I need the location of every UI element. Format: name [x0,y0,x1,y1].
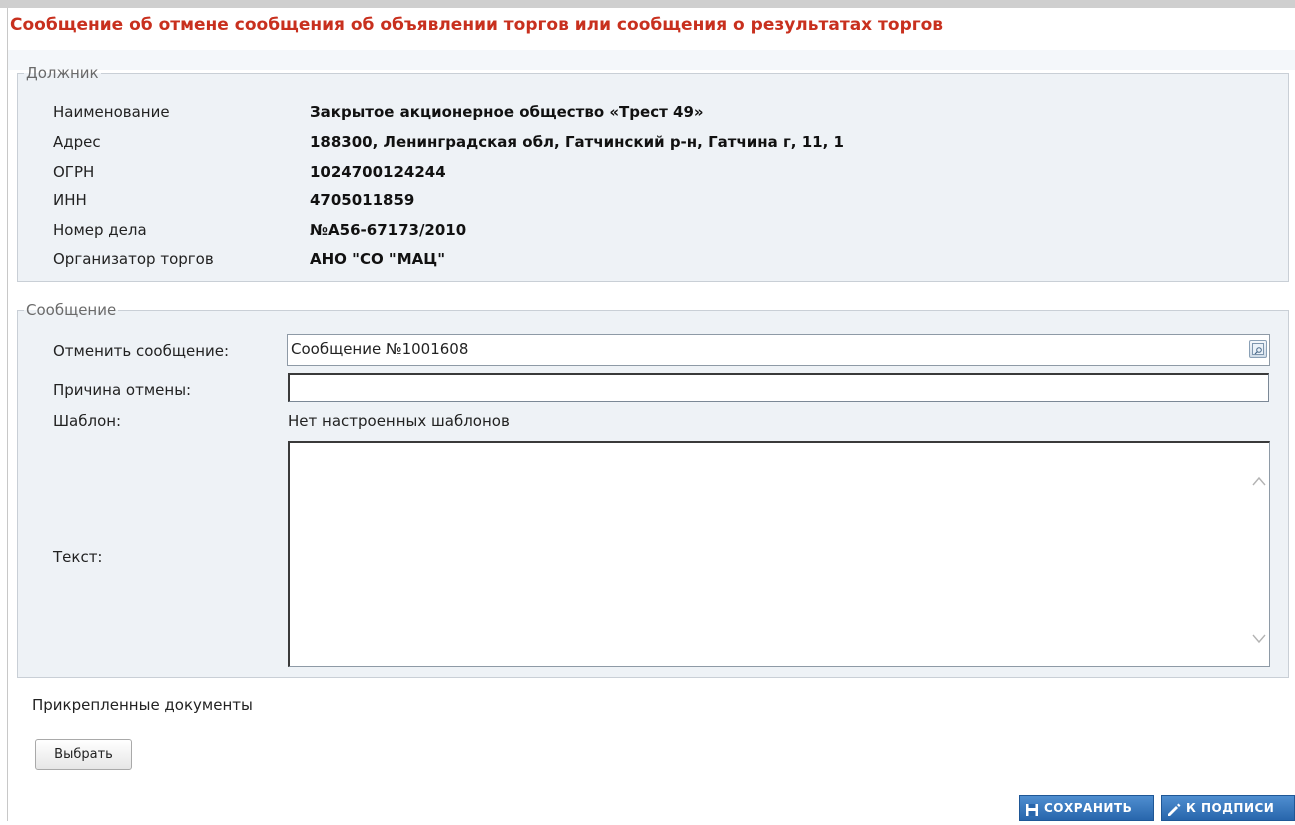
scroll-up-icon[interactable] [1252,471,1266,486]
case-number-label: Номер дела [53,221,147,239]
template-value: Нет настроенных шаблонов [288,412,510,430]
debtor-ogrn-label: ОГРН [53,163,95,181]
organizer-value: АНО "СО "МАЦ" [310,250,446,268]
lookup-icon[interactable] [1249,340,1267,358]
select-file-button[interactable]: Выбрать [35,739,132,770]
save-button[interactable]: СОХРАНИТЬ [1019,795,1154,821]
debtor-name-value: Закрытое акционерное общество «Трест 49» [310,103,704,121]
scroll-down-icon[interactable] [1252,629,1266,644]
case-number-value: №А56-67173/2010 [310,221,467,239]
message-legend: Сообщение [26,301,117,319]
debtor-ogrn-value: 1024700124244 [310,163,446,181]
cancel-message-input[interactable]: Сообщение №1001608 [287,334,1270,366]
debtor-legend: Должник [26,64,99,82]
to-sign-button-label: К ПОДПИСИ [1186,801,1275,815]
cancel-reason-input[interactable] [288,373,1269,402]
organizer-label: Организатор торгов [53,250,214,268]
save-icon [1025,801,1039,816]
pen-icon [1167,801,1181,816]
text-label: Текст: [53,548,103,566]
top-border [0,0,1295,8]
left-border [7,8,8,821]
cancel-message-label: Отменить сообщение: [53,342,230,360]
cancel-message-value: Сообщение №1001608 [291,340,469,358]
debtor-name-label: Наименование [53,103,170,121]
debtor-address-label: Адрес [53,133,101,151]
template-label: Шаблон: [53,412,122,430]
cancel-reason-label: Причина отмены: [53,381,192,399]
save-button-label: СОХРАНИТЬ [1044,801,1133,815]
page-title: Сообщение об отмене сообщения об объявле… [10,15,944,35]
debtor-inn-value: 4705011859 [310,191,415,209]
to-sign-button[interactable]: К ПОДПИСИ [1161,795,1295,821]
debtor-inn-label: ИНН [53,191,87,209]
attached-documents-label: Прикрепленные документы [32,696,253,714]
debtor-address-value: 188300, Ленинградская обл, Гатчинский р-… [310,133,844,151]
message-text-area[interactable] [288,441,1270,667]
